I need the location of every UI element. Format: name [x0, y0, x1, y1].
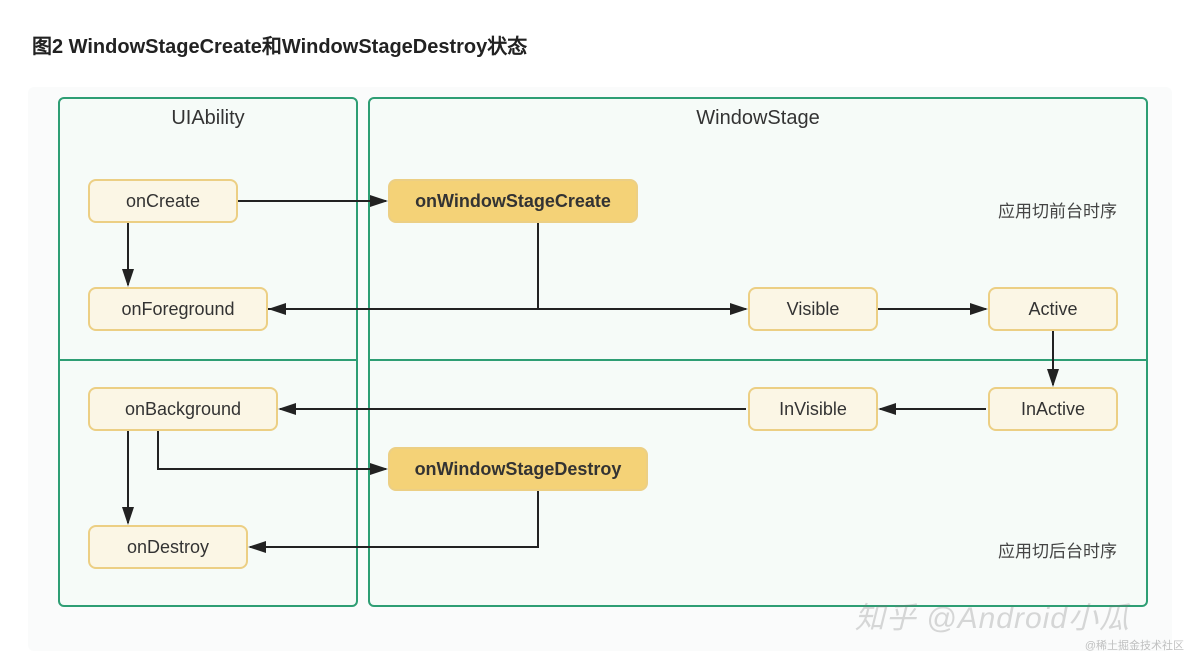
watermark-main: 知乎 @Android小瓜 — [855, 593, 1130, 637]
panel-windowstage-title: WindowStage — [696, 107, 819, 130]
node-onbackground: onBackground — [88, 387, 278, 431]
node-inactive: InActive — [988, 387, 1118, 431]
panel-uiability-title: UIAbility — [171, 107, 244, 130]
watermark-small: @稀土掘金技术社区 — [1085, 637, 1184, 653]
diagram: UIAbility WindowStage onCreate onWindowS… — [28, 87, 1172, 651]
panel-windowstage: WindowStage — [368, 97, 1148, 607]
node-onwindowstagecreate: onWindowStageCreate — [388, 179, 638, 223]
node-onforeground: onForeground — [88, 287, 268, 331]
node-active: Active — [988, 287, 1118, 331]
node-onwindowstagedestroy: onWindowStageDestroy — [388, 447, 648, 491]
page-title: 图2 WindowStageCreate和WindowStageDestroy状… — [32, 30, 1172, 59]
panel-uiability-separator — [60, 359, 356, 361]
node-ondestroy: onDestroy — [88, 525, 248, 569]
node-visible: Visible — [748, 287, 878, 331]
annotation-background-sequence: 应用切后台时序 — [998, 537, 1117, 562]
node-invisible: InVisible — [748, 387, 878, 431]
annotation-foreground-sequence: 应用切前台时序 — [998, 197, 1117, 222]
panel-windowstage-separator — [370, 359, 1146, 361]
node-oncreate: onCreate — [88, 179, 238, 223]
